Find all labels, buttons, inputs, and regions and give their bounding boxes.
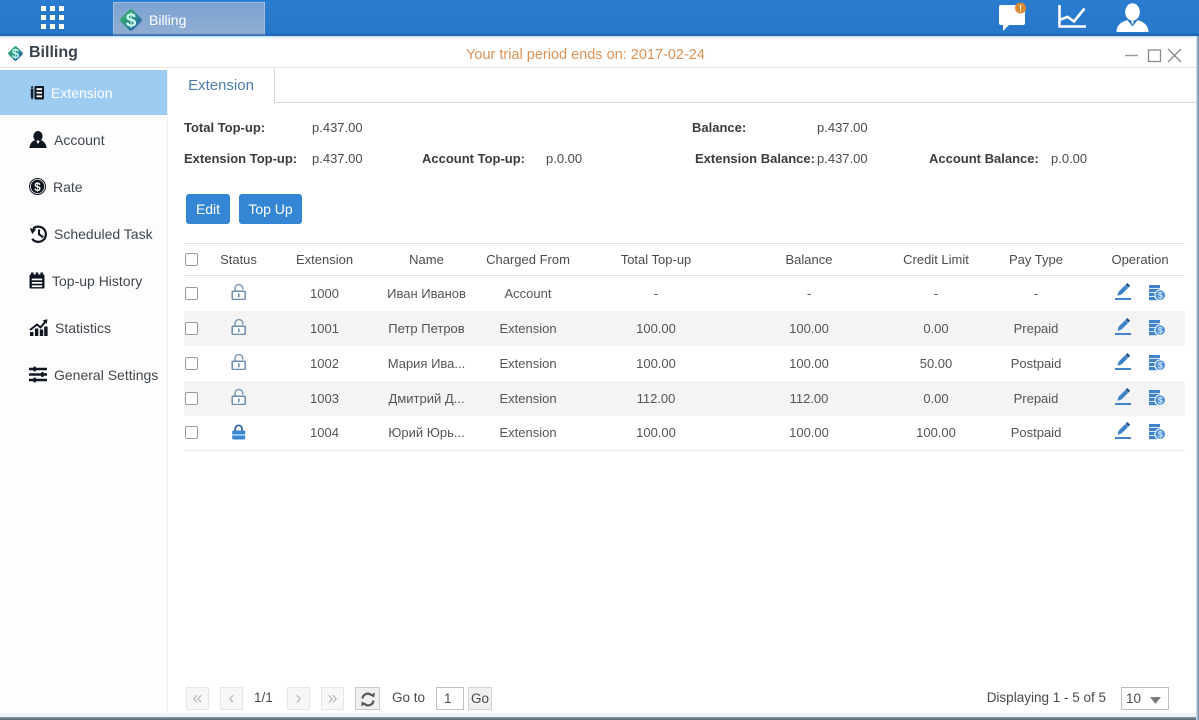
svg-text:$: $ [126,10,137,31]
svg-text:$: $ [1158,360,1163,370]
svg-text:$: $ [1158,325,1163,335]
svg-text:$: $ [1158,430,1163,440]
svg-text:$: $ [1158,290,1163,300]
svg-text:$: $ [34,182,41,194]
svg-text:!: ! [1019,4,1022,14]
svg-text:$: $ [1158,395,1163,405]
